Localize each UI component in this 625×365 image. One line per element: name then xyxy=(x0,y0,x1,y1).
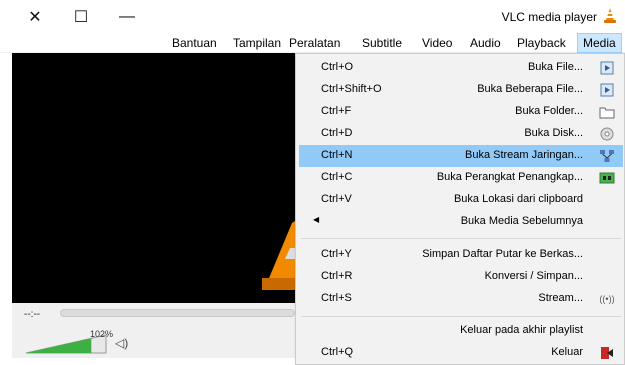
disc-icon xyxy=(599,126,615,142)
shortcut: Ctrl+N xyxy=(321,149,353,161)
menu-item-open-capture[interactable]: Ctrl+C Buka Perangkat Penangkap... xyxy=(299,167,623,189)
menu-item-open-file[interactable]: Ctrl+O Buka File... xyxy=(299,57,623,79)
menu-subtitle[interactable]: Subtitle xyxy=(357,33,407,53)
files-play-icon xyxy=(599,82,615,98)
menu-item-save-playlist[interactable]: Ctrl+Y Simpan Daftar Putar ke Berkas... xyxy=(299,244,623,266)
menu-peralatan[interactable]: Peralatan xyxy=(284,33,345,53)
file-play-icon xyxy=(599,60,615,76)
seek-bar-area: --:-- xyxy=(12,303,295,325)
maximize-button[interactable]: ☐ xyxy=(58,0,104,33)
menu-item-open-multiple[interactable]: Ctrl+Shift+O Buka Beberapa File... xyxy=(299,79,623,101)
label: Buka Folder... xyxy=(515,105,583,117)
shortcut: Ctrl+D xyxy=(321,127,353,139)
label: Buka Media Sebelumnya xyxy=(460,215,583,227)
menu-item-recent-media[interactable]: ◀ Buka Media Sebelumnya xyxy=(299,211,623,233)
close-button[interactable]: ✕ xyxy=(12,0,58,33)
shortcut: Ctrl+R xyxy=(321,270,353,282)
elapsed-time: --:-- xyxy=(24,309,41,320)
capture-card-icon xyxy=(599,170,615,186)
menu-tampilan[interactable]: Tampilan xyxy=(228,33,286,53)
menu-video[interactable]: Video xyxy=(417,33,457,53)
label: Buka Perangkat Penangkap... xyxy=(436,171,583,183)
menu-item-quit[interactable]: Ctrl+Q Keluar xyxy=(299,342,623,364)
label: Keluar pada akhir playlist xyxy=(460,324,583,336)
shortcut: Ctrl+Shift+O xyxy=(321,83,382,95)
minimize-button[interactable]: — xyxy=(104,0,150,33)
label: Simpan Daftar Putar ke Berkas... xyxy=(422,248,583,260)
volume-label: 102% xyxy=(90,329,114,339)
shortcut: Ctrl+O xyxy=(321,61,354,73)
network-icon xyxy=(599,148,615,164)
label: Stream... xyxy=(538,292,583,304)
label: Buka File... xyxy=(527,61,583,73)
folder-icon xyxy=(599,104,615,120)
menu-bar: Media Playback Audio Video Subtitle Pera… xyxy=(0,33,625,53)
menu-bantuan[interactable]: Bantuan xyxy=(167,33,222,53)
menu-audio[interactable]: Audio xyxy=(465,33,506,53)
menu-item-convert-save[interactable]: Ctrl+R Konversi / Simpan... xyxy=(299,266,623,288)
menu-item-quit-end-playlist[interactable]: Keluar pada akhir playlist xyxy=(299,320,623,342)
shortcut: Ctrl+C xyxy=(321,171,353,183)
menu-playback[interactable]: Playback xyxy=(512,33,571,53)
title-bar: ✕ ☐ — VLC media player xyxy=(0,0,625,33)
seek-slider[interactable] xyxy=(60,309,295,317)
shortcut: Ctrl+V xyxy=(321,193,352,205)
speaker-icon[interactable]: ◁) xyxy=(115,336,128,350)
volume-slider[interactable]: 102% xyxy=(24,329,120,355)
menu-item-open-folder[interactable]: Ctrl+F Buka Folder... xyxy=(299,101,623,123)
label: Buka Lokasi dari clipboard xyxy=(453,193,583,205)
submenu-arrow-icon: ◀ xyxy=(313,215,320,224)
stream-icon: ((•)) xyxy=(599,294,615,304)
menu-item-stream[interactable]: Ctrl+S Stream... ((•)) xyxy=(299,288,623,310)
exit-icon xyxy=(599,345,615,361)
menu-media[interactable]: Media xyxy=(577,33,622,53)
shortcut: Ctrl+S xyxy=(321,292,352,304)
label: Buka Disk... xyxy=(524,127,583,139)
label: Buka Beberapa File... xyxy=(477,83,583,95)
label: Konversi / Simpan... xyxy=(484,270,583,282)
label: Buka Stream Jaringan... xyxy=(464,149,583,161)
video-area[interactable] xyxy=(12,53,307,303)
window-title: VLC media player xyxy=(501,10,597,24)
media-menu: Ctrl+O Buka File... Ctrl+Shift+O Buka Be… xyxy=(295,53,625,365)
vlc-cone-icon xyxy=(604,8,616,23)
menu-separator xyxy=(301,238,621,239)
vlc-window: ✕ ☐ — VLC media player Media Playback Au… xyxy=(0,0,625,365)
shortcut: Ctrl+Y xyxy=(321,248,352,260)
control-bar: 102% ◁) xyxy=(12,325,295,358)
menu-item-open-network[interactable]: Ctrl+N Buka Stream Jaringan... xyxy=(299,145,623,167)
label: Keluar xyxy=(551,346,583,358)
shortcut: Ctrl+Q xyxy=(321,346,354,358)
menu-separator xyxy=(301,316,621,317)
shortcut: Ctrl+F xyxy=(321,105,352,117)
menu-item-open-clipboard[interactable]: Ctrl+V Buka Lokasi dari clipboard xyxy=(299,189,623,211)
menu-item-open-disc[interactable]: Ctrl+D Buka Disk... xyxy=(299,123,623,145)
